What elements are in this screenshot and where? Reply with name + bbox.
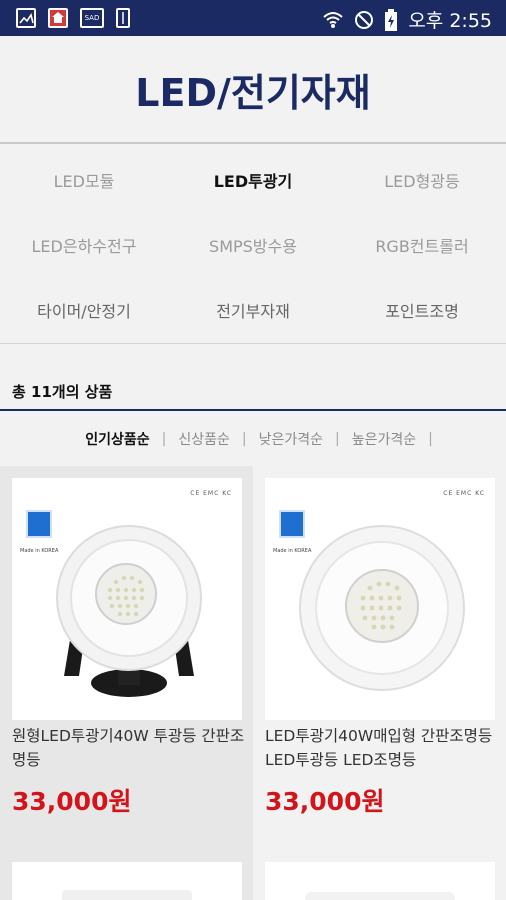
sort-popular[interactable]: 인기상품순 <box>73 429 161 449</box>
product-count: 총 11개의 상품 <box>12 383 113 401</box>
battery-charging-icon <box>385 8 398 31</box>
usb-icon <box>116 8 130 28</box>
sort-price-high[interactable]: 높은가격순 <box>340 429 428 449</box>
product-shape <box>305 892 455 900</box>
status-bar: SAD 오후 2:55 <box>0 0 506 36</box>
product-price: 33,000원 <box>12 787 132 816</box>
product-count-row: 총 11개의 상품 <box>0 345 506 411</box>
category-smps-waterproof[interactable]: SMPS방수용 <box>169 233 337 257</box>
product-card[interactable]: CE EMC KC Made in KOREA LED투광기40W매입형 간판조… <box>253 466 506 852</box>
title-area: LED/전기자재 <box>0 36 506 144</box>
no-sim-icon <box>355 10 374 29</box>
product-card[interactable] <box>0 852 253 900</box>
category-timer-ballast[interactable]: 타이머/안정기 <box>0 298 168 322</box>
category-electrical-parts[interactable]: 전기부자재 <box>169 298 337 322</box>
product-image[interactable] <box>265 862 495 900</box>
system-status: 오후 2:55 <box>322 6 492 33</box>
category-rgb-controller[interactable]: RGB컨트롤러 <box>338 233 506 257</box>
notification-icons: SAD <box>16 8 130 28</box>
wifi-icon <box>323 11 343 28</box>
category-led-fluorescent[interactable]: LED형광등 <box>338 168 506 192</box>
sort-bar: 인기상품순 | 신상품순 | 낮은가격순 | 높은가격순 | <box>0 412 506 466</box>
store-icon <box>48 8 68 28</box>
recessed-light-illustration <box>299 525 465 691</box>
floodlight-illustration <box>56 525 202 697</box>
product-image[interactable]: CE EMC KC Made in KOREA <box>12 478 242 720</box>
product-image[interactable]: CE EMC KC Made in KOREA <box>265 478 495 720</box>
category-led-floodlight[interactable]: LED투광기 <box>169 168 337 192</box>
gallery-icon <box>16 8 36 28</box>
product-name[interactable]: 원형LED투광기40W 투광등 간판조명등 <box>12 724 248 772</box>
sort-divider: | <box>428 431 433 447</box>
sort-newest[interactable]: 신상품순 <box>166 429 242 449</box>
product-image[interactable] <box>12 862 242 900</box>
product-shape <box>62 890 192 900</box>
clock: 오후 2:55 <box>408 10 492 32</box>
sort-price-low[interactable]: 낮은가격순 <box>247 429 335 449</box>
product-price: 33,000원 <box>265 787 385 816</box>
product-card[interactable]: CE EMC KC Made in KOREA 원형LED투광기40W 투광등 … <box>0 466 253 852</box>
category-led-module[interactable]: LED모듈 <box>0 168 168 192</box>
category-led-string-bulb[interactable]: LED은하수전구 <box>0 233 168 257</box>
product-name[interactable]: LED투광기40W매입형 간판조명등 LED투광등 LED조명등 <box>265 724 501 772</box>
category-grid: LED모듈 LED투광기 LED형광등 LED은하수전구 SMPS방수용 RGB… <box>0 146 506 344</box>
product-card[interactable] <box>253 852 506 900</box>
category-point-lighting[interactable]: 포인트조명 <box>338 298 506 322</box>
sd-card-icon: SAD <box>80 8 104 28</box>
page-title: LED/전기자재 <box>135 70 371 115</box>
